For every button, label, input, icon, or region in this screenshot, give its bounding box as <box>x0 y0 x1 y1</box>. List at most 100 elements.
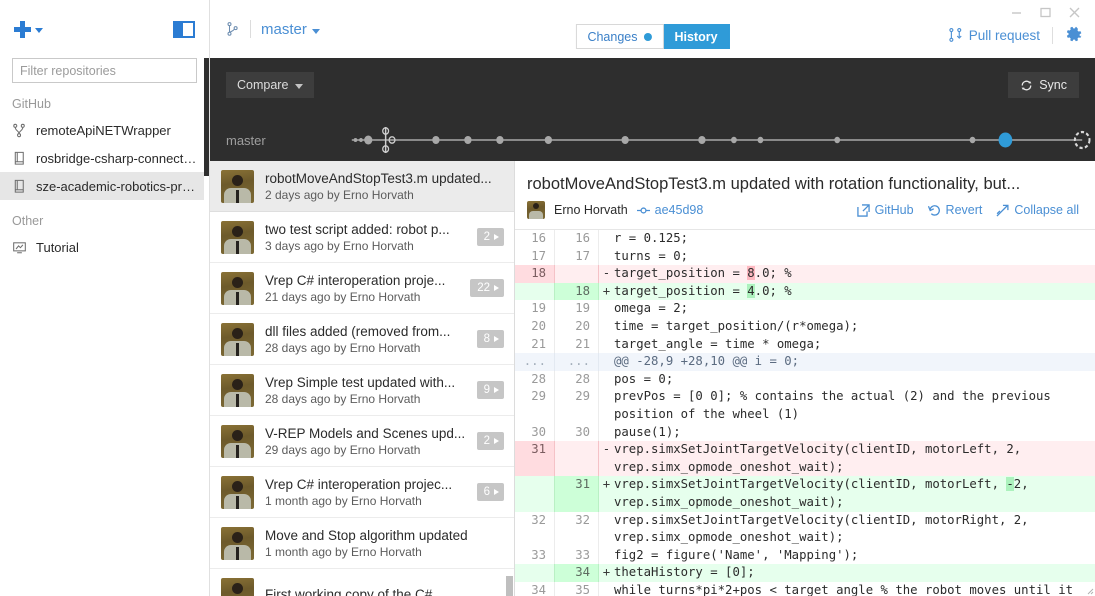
commit-file-count-badge[interactable]: 2 <box>476 432 504 450</box>
resize-grip-icon[interactable] <box>1084 585 1094 595</box>
diff-code: r = 0.125; <box>614 231 689 245</box>
sidebar-item-remoteapinetwrapper[interactable]: remoteApiNETWrapper <box>0 116 209 144</box>
commit-title: Vrep C# interoperation proje... <box>265 272 446 288</box>
commit-file-count: 6 <box>483 486 490 498</box>
commit-meta: 1 month ago by Erno Horvath <box>265 493 422 508</box>
commit-list-item[interactable]: First working copy of the C# <box>210 569 514 596</box>
divider <box>250 20 251 38</box>
tab-changes-label: Changes <box>587 29 638 44</box>
branch-name-label[interactable]: master <box>261 21 320 38</box>
sync-button[interactable]: Sync <box>1008 72 1079 98</box>
diff-word-highlight: 4 <box>747 283 755 298</box>
commit-list-item[interactable]: robotMoveAndStopTest3.m updated... 2 day… <box>210 161 514 212</box>
diff-sign <box>599 371 614 389</box>
chevron-down-icon <box>295 83 304 89</box>
open-in-github-button[interactable]: GitHub <box>856 203 914 217</box>
sidebar-scrollbar[interactable] <box>204 58 209 574</box>
tab-changes[interactable]: Changes <box>575 24 664 49</box>
diff-old-lineno: 31 <box>515 441 555 477</box>
sidebar-item-label: sze-academic-robotics-proj... <box>36 178 197 194</box>
sidebar-item-sze-academic-robotics-project[interactable]: sze-academic-robotics-proj... <box>0 172 209 200</box>
revert-button[interactable]: Revert <box>927 203 982 217</box>
diff-content[interactable]: 16 16 r = 0.125; 17 17 turns = 0; 18 - t… <box>515 229 1095 596</box>
commit-list-item[interactable]: Move and Stop algorithm updated 1 month … <box>210 518 514 569</box>
pull-request-button[interactable]: Pull request <box>948 27 1040 43</box>
avatar <box>527 201 545 219</box>
commit-file-count-badge[interactable]: 2 <box>476 228 504 246</box>
commit-text: V-REP Models and Scenes upd... 29 days a… <box>265 425 466 458</box>
sidebar-item-label: remoteApiNETWrapper <box>36 122 171 138</box>
diff-old-lineno: 19 <box>515 300 555 318</box>
timeline-commit-node <box>364 135 373 145</box>
avatar <box>221 577 254 596</box>
diff-line-added: 18 + target_position = 4.0; % <box>515 282 1095 301</box>
commit-timeline[interactable]: master <box>210 120 1095 160</box>
sidebar-scrollbar-thumb[interactable] <box>204 58 209 176</box>
commit-list-item[interactable]: two test script added: robot p... 3 days… <box>210 212 514 263</box>
timeline-commit-node <box>621 136 629 144</box>
commit-file-count-badge[interactable]: 9 <box>476 381 504 399</box>
timeline-graph[interactable] <box>286 120 1095 160</box>
commit-text: two test script added: robot p... 3 days… <box>265 221 466 254</box>
main-area: master Changes History Pull request Comp… <box>210 0 1095 596</box>
branch-selector[interactable]: master <box>226 20 320 38</box>
repo-group-other: Other Tutorial <box>0 200 209 261</box>
toggle-sidebar-button[interactable] <box>173 20 195 38</box>
tab-history[interactable]: History <box>663 24 730 49</box>
diff-old-lineno: 32 <box>515 511 555 547</box>
commit-list-item[interactable]: dll files added (removed from... 28 days… <box>210 314 514 365</box>
commit-title: dll files added (removed from... <box>265 323 451 339</box>
diff-sign <box>599 388 614 423</box>
collapse-all-label: Collapse all <box>1014 203 1079 217</box>
commit-list-item[interactable]: Vrep C# interoperation projec... 1 month… <box>210 467 514 518</box>
commit-text: Move and Stop algorithm updated 1 month … <box>265 527 504 560</box>
history-timeline-bar: Compare Sync master <box>210 58 1095 161</box>
sidebar-item-tutorial[interactable]: Tutorial <box>0 233 209 261</box>
commit-summary-title: robotMoveAndStopTest3.m updated with rot… <box>527 175 1021 193</box>
sidebar-toolbar <box>0 0 209 58</box>
minimize-button[interactable] <box>1002 1 1031 23</box>
commit-list[interactable]: robotMoveAndStopTest3.m updated... 2 day… <box>210 161 515 596</box>
commit-file-count-badge[interactable]: 22 <box>470 279 504 297</box>
panel-toggle-icon <box>175 22 183 36</box>
diff-new-lineno: ... <box>555 353 599 371</box>
commit-list-item[interactable]: Vrep C# interoperation proje... 21 days … <box>210 263 514 314</box>
branch-icon <box>13 123 25 137</box>
commit-file-count-badge[interactable]: 8 <box>476 330 504 348</box>
sync-label: Sync <box>1039 78 1067 92</box>
diff-old-lineno: 21 <box>515 335 555 354</box>
diff-code-post: .0; % <box>754 283 792 298</box>
diff-old-lineno: 34 <box>515 581 555 596</box>
commit-meta: 21 days ago by Erno Horvath <box>265 289 421 304</box>
diff-sign <box>599 582 614 596</box>
diff-code: while turns*pi*2+pos < target_angle % th… <box>614 582 1074 596</box>
commit-title: Vrep C# interoperation projec... <box>265 476 453 492</box>
close-button[interactable] <box>1060 1 1089 23</box>
commit-list-item[interactable]: Vrep Simple test updated with... 28 days… <box>210 365 514 416</box>
chevron-right-icon <box>494 387 499 393</box>
search-input[interactable] <box>12 58 197 83</box>
diff-code: pos = 0; <box>614 371 674 386</box>
commit-title: Vrep Simple test updated with... <box>265 374 456 390</box>
commit-list-scrollbar[interactable] <box>506 576 513 596</box>
sidebar-item-rosbridge-csharp-connection[interactable]: rosbridge-csharp-connection <box>0 144 209 172</box>
diff-new-lineno <box>555 265 599 283</box>
commit-text: dll files added (removed from... 28 days… <box>265 323 466 356</box>
maximize-button[interactable] <box>1031 1 1060 23</box>
add-repository-button[interactable] <box>14 20 43 38</box>
diff-old-lineno: 17 <box>515 247 555 266</box>
timeline-branch-label: master <box>226 132 266 148</box>
diff-line: 17 17 turns = 0; <box>515 247 1095 266</box>
repo-group-github: GitHub remoteApiNETWrapper rosbridge-csh… <box>0 83 209 200</box>
diff-line: 29 29 prevPos = [0 0]; % contains the ac… <box>515 388 1095 424</box>
commit-file-count-badge[interactable]: 6 <box>476 483 504 501</box>
gear-icon[interactable] <box>1065 26 1083 44</box>
commit-sha-link[interactable]: ae45d98 <box>636 203 703 217</box>
diff-code: time = target_position/(r*omega); <box>614 318 859 333</box>
diff-code: omega = 2; <box>614 301 689 316</box>
commit-list-item[interactable]: V-REP Models and Scenes upd... 29 days a… <box>210 416 514 467</box>
compare-button[interactable]: Compare <box>226 72 315 98</box>
collapse-all-button[interactable]: Collapse all <box>996 203 1079 217</box>
avatar <box>221 220 254 254</box>
diff-old-lineno: 18 <box>515 265 555 283</box>
